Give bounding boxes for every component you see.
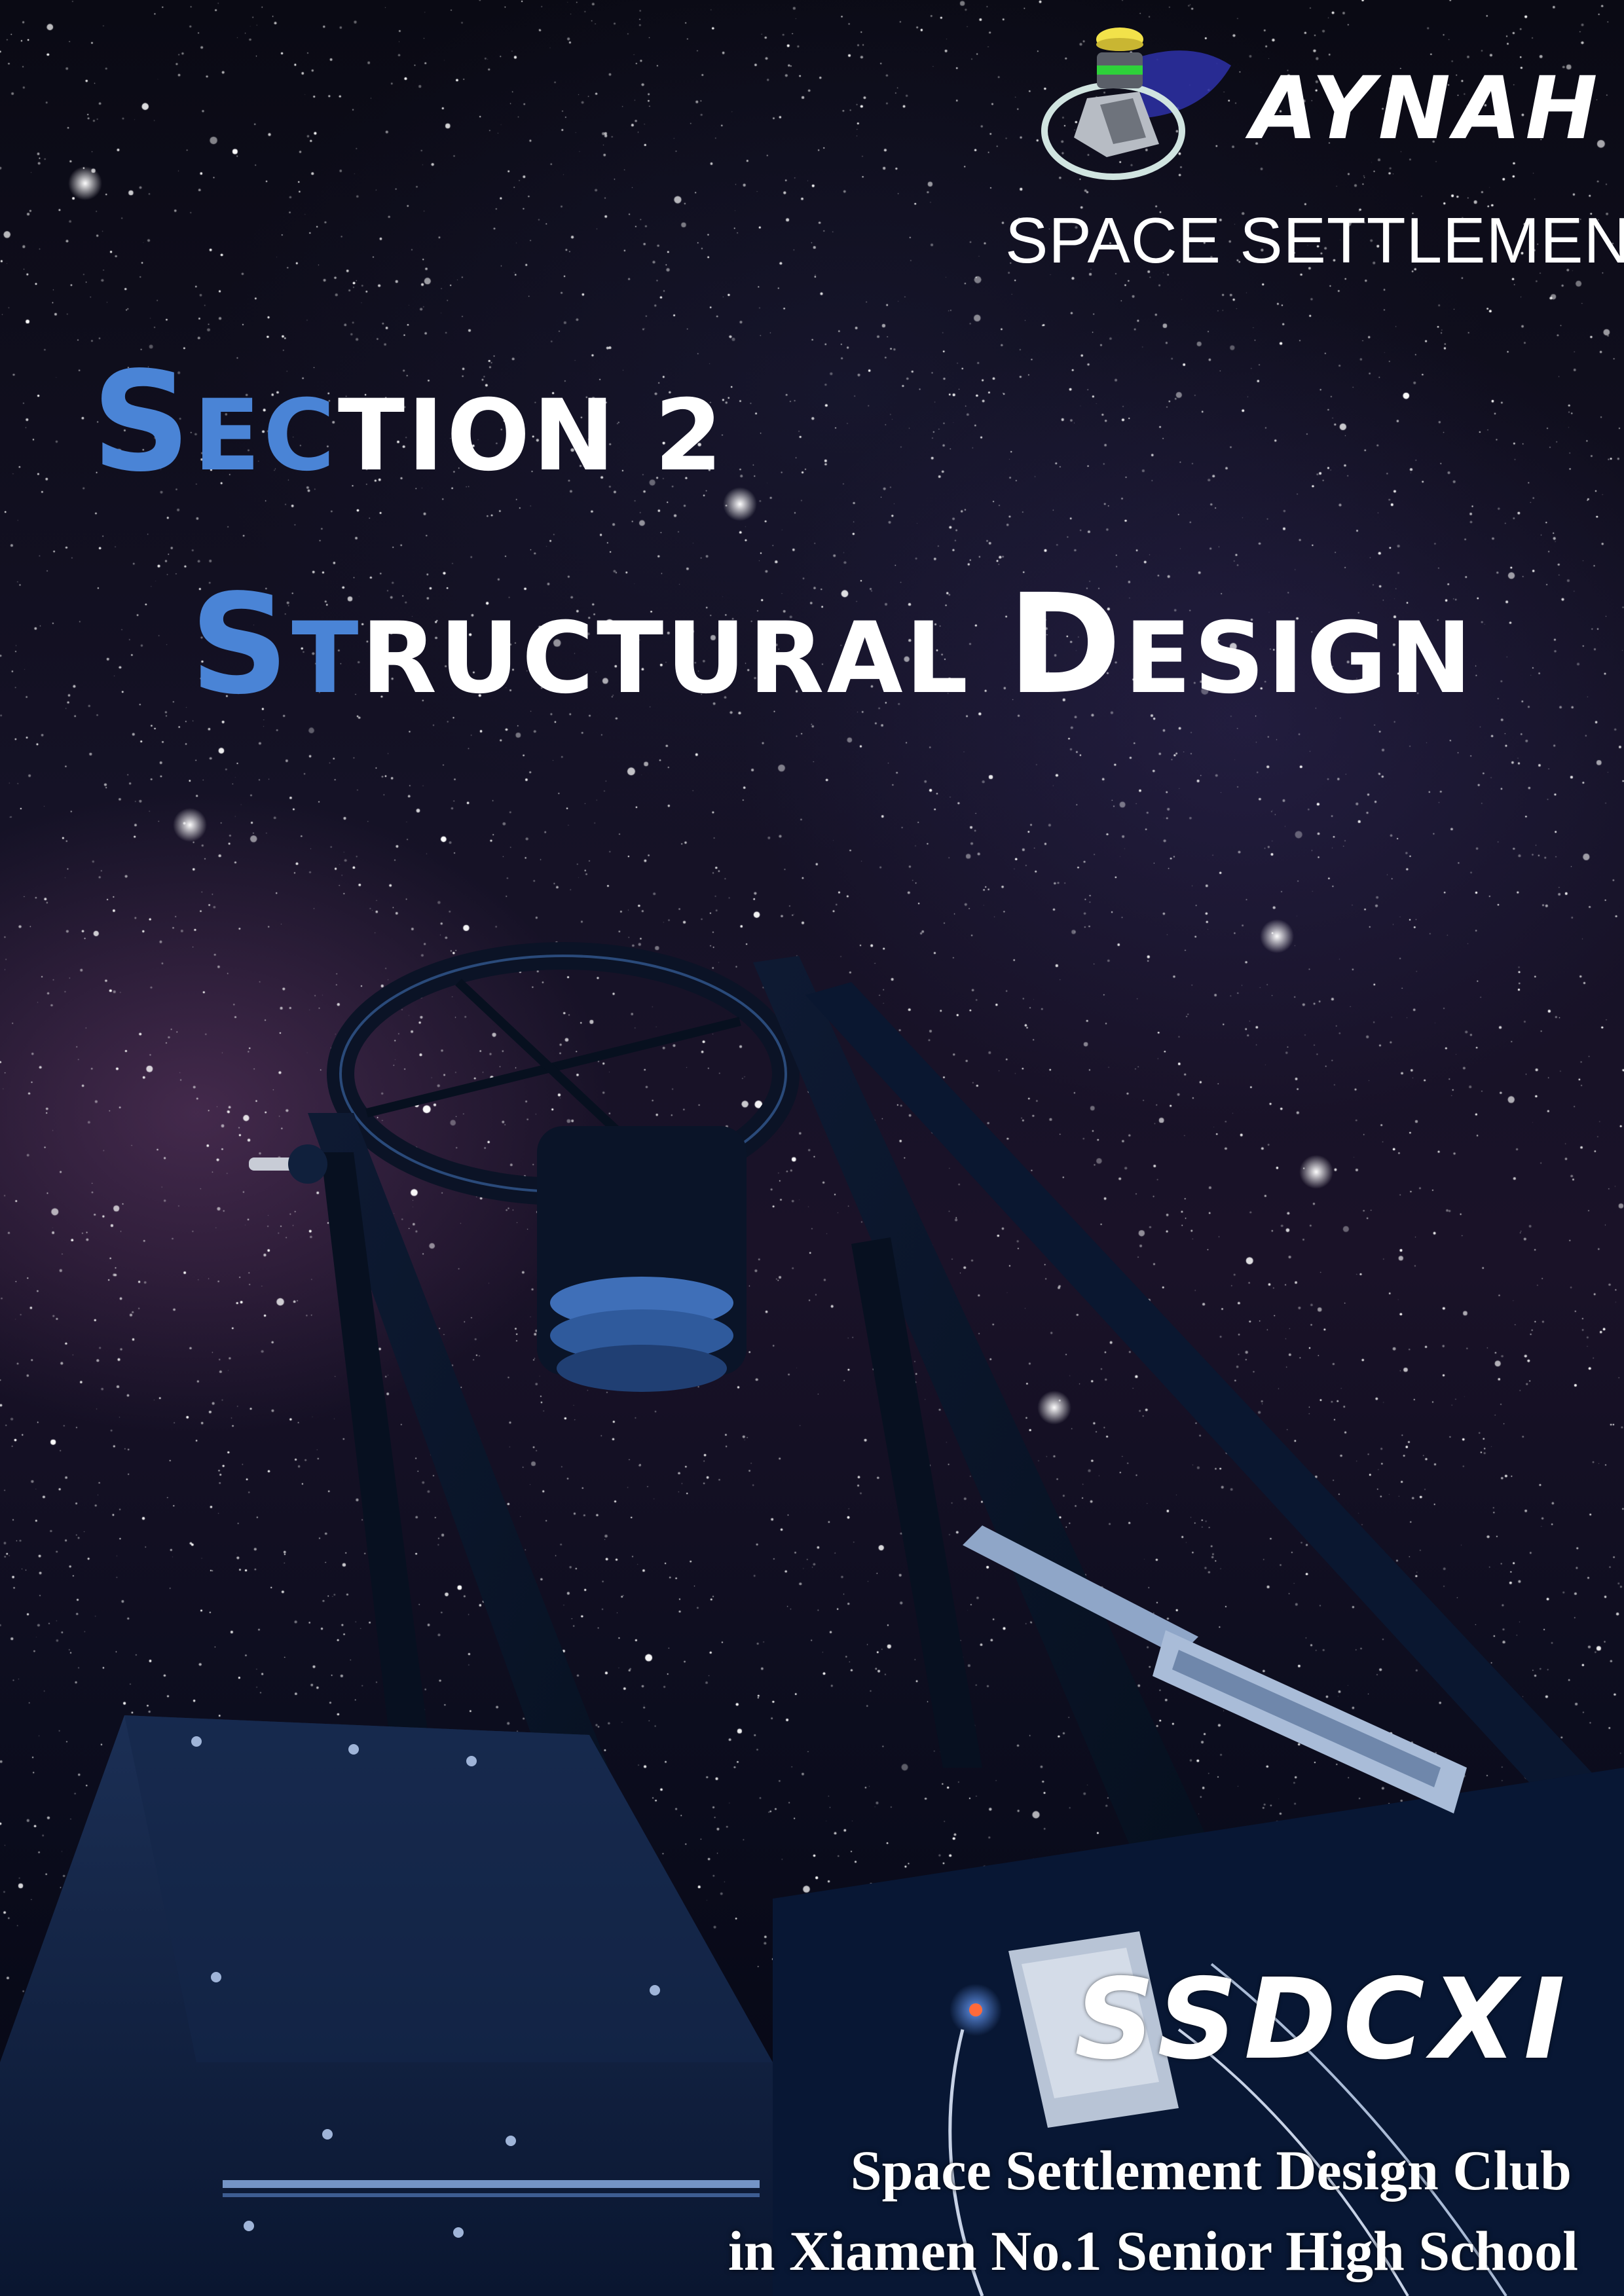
logo-wordmark: AYNAH <box>1251 58 1602 159</box>
title-blue-part: T <box>291 602 361 716</box>
club-name-line2: in Xiamen No.1 Senior High School <box>728 2219 1578 2282</box>
title-word2-initial: D <box>1007 564 1124 725</box>
title-word1-rest: RUCTURAL <box>361 602 971 716</box>
logo-subtitle: SPACE SETTLEMENT <box>1005 204 1624 276</box>
title-word2-rest: ESIGN <box>1124 602 1475 716</box>
title-initial: S <box>190 564 292 725</box>
heading-blue-part: EC <box>193 379 338 493</box>
heading-white-part: TION 2 <box>337 379 726 493</box>
space-settlement-emblem-icon <box>1041 27 1231 180</box>
club-name-line1: Space Settlement Design Club <box>850 2139 1572 2202</box>
club-code: SSDCXI <box>1074 1955 1572 2085</box>
heading-initial: S <box>92 342 194 502</box>
telescope-illustration <box>0 942 1624 2296</box>
section-title: STRUCTURAL DESIGN <box>190 576 1475 714</box>
section-heading: SECTION 2 <box>92 354 726 491</box>
cover-page: AYNAH SPACE SETTLEMENT SECTION 2 STRUCTU… <box>0 0 1624 2296</box>
